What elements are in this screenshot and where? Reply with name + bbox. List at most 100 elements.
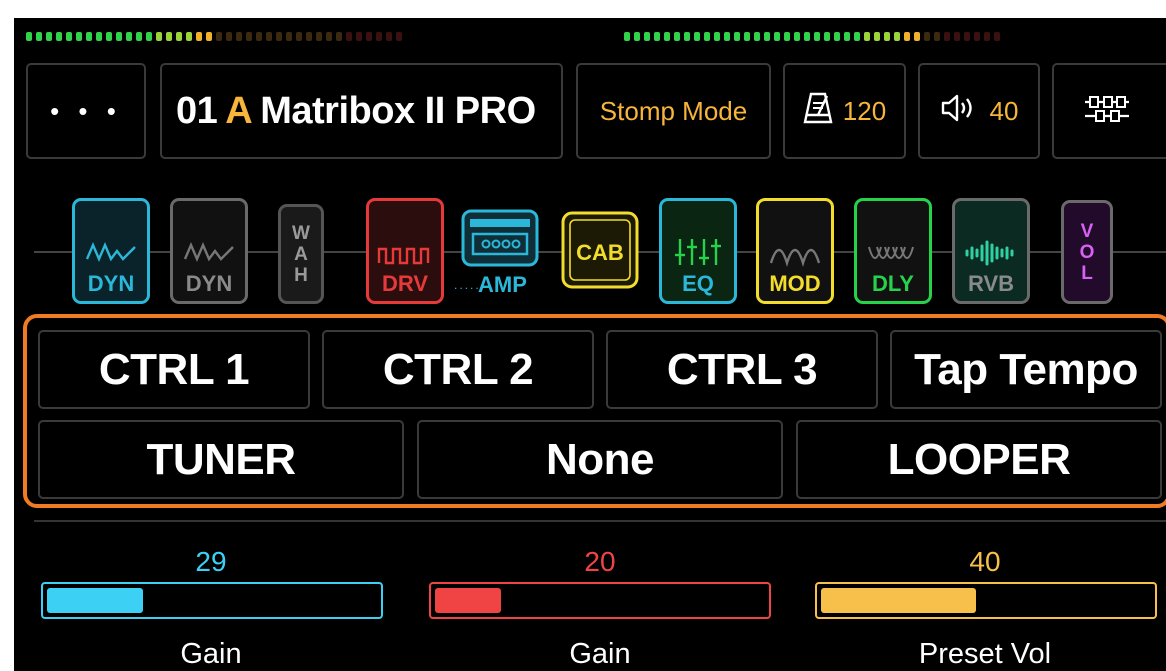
- meter-segment: [784, 31, 790, 41]
- meter-segment: [944, 31, 950, 41]
- mode-label: Stomp Mode: [599, 95, 748, 126]
- meter-segment: [176, 31, 182, 41]
- module-cab[interactable]: CAB: [560, 210, 640, 290]
- meter-segment: [854, 31, 860, 41]
- tuner-button[interactable]: TUNER: [38, 420, 404, 499]
- speaker-icon: [940, 93, 980, 130]
- none-button[interactable]: None: [417, 420, 783, 499]
- module-eq[interactable]: EQ: [659, 198, 737, 304]
- meter-segment: [256, 31, 262, 41]
- meter-segment: [386, 31, 392, 41]
- module-label: EQ: [682, 271, 714, 296]
- param3-slider[interactable]: [815, 582, 1157, 619]
- meter-segment: [356, 31, 362, 41]
- meter-segment: [994, 31, 1000, 41]
- meter-segment: [26, 31, 32, 41]
- meter-segment: [734, 31, 740, 41]
- module-label: DYN: [185, 271, 233, 296]
- meter-segment: [86, 31, 92, 41]
- preset-selector[interactable]: 01 A Matribox II PRO: [160, 63, 563, 159]
- tempo-button[interactable]: 120: [783, 63, 906, 159]
- meter-segment: [186, 31, 192, 41]
- meter-segment: [634, 31, 640, 41]
- param3-value: 40: [969, 546, 1001, 577]
- meter-segment: [106, 31, 112, 41]
- module-label: DLY: [872, 271, 914, 296]
- ctrl2-label: CTRL 2: [382, 344, 534, 394]
- device-screen: • • • 01 A Matribox II PRO Stomp Mode 12…: [14, 18, 1166, 671]
- meter-segment: [76, 31, 82, 41]
- meter-segment: [96, 31, 102, 41]
- ctrl1-button[interactable]: CTRL 1: [38, 330, 310, 409]
- drive-wave-icon: [377, 247, 430, 265]
- metronome-icon: [803, 91, 833, 132]
- mixer-button[interactable]: [1052, 63, 1166, 159]
- module-dly[interactable]: DLY: [854, 198, 932, 304]
- meter-segment: [56, 31, 62, 41]
- meter-segment: [624, 31, 630, 41]
- meter-segment: [46, 31, 52, 41]
- meter-segment: [366, 31, 372, 41]
- module-wah[interactable]: W A H: [278, 204, 324, 304]
- meter-segment: [136, 31, 142, 41]
- param1-slider[interactable]: [41, 582, 383, 619]
- module-mod[interactable]: MOD: [756, 198, 834, 304]
- meter-segment: [964, 31, 970, 41]
- preset-number: 01: [176, 89, 218, 132]
- meter-segment: [226, 31, 232, 41]
- module-label: AMP: [478, 272, 527, 297]
- meter-segment: [336, 31, 342, 41]
- meter-segment: [754, 31, 760, 41]
- meter-segment: [216, 31, 222, 41]
- module-dyn-1[interactable]: DYN: [72, 198, 150, 304]
- module-label: V O L: [1079, 220, 1095, 284]
- module-label: RVB: [967, 271, 1015, 296]
- meter-segment: [266, 31, 272, 41]
- reverb-wave-icon: [965, 240, 1014, 266]
- meter-segment: [984, 31, 990, 41]
- meter-segment: [924, 31, 930, 41]
- module-amp[interactable]: ..... AMP: [454, 208, 540, 298]
- meter-segment: [286, 31, 292, 41]
- eq-sliders-icon: [675, 239, 721, 265]
- meter-segment: [684, 31, 690, 41]
- looper-button[interactable]: LOOPER: [796, 420, 1162, 499]
- volume-value: 40: [989, 95, 1019, 126]
- module-vol[interactable]: V O L: [1061, 200, 1113, 304]
- param1-value: 29: [195, 546, 227, 577]
- param3-label: Preset Vol: [918, 638, 1052, 670]
- ctrl3-button[interactable]: CTRL 3: [606, 330, 878, 409]
- module-dyn-2[interactable]: DYN: [170, 198, 248, 304]
- meter-segment: [146, 31, 152, 41]
- ctrl3-label: CTRL 3: [666, 344, 818, 394]
- module-rvb[interactable]: RVB: [952, 198, 1030, 304]
- meter-segment: [894, 31, 900, 41]
- meter-segment: [654, 31, 660, 41]
- meter-segment: [306, 31, 312, 41]
- module-drv[interactable]: DRV: [366, 198, 444, 304]
- tempo-value: 120: [842, 95, 887, 126]
- meter-segment: [674, 31, 680, 41]
- meter-segment: [804, 31, 810, 41]
- ctrl2-button[interactable]: CTRL 2: [322, 330, 594, 409]
- meter-segment: [814, 31, 820, 41]
- meter-segment: [664, 31, 670, 41]
- ctrl1-label: CTRL 1: [98, 344, 250, 394]
- meter-segment: [764, 31, 770, 41]
- meter-segment: [296, 31, 302, 41]
- amp-selection-dots: .....: [454, 278, 481, 292]
- master-volume-button[interactable]: 40: [918, 63, 1040, 159]
- tuner-label: TUNER: [146, 434, 296, 484]
- tap-tempo-button[interactable]: Tap Tempo: [890, 330, 1162, 409]
- param2-slider[interactable]: [429, 582, 771, 619]
- meter-segment: [396, 31, 402, 41]
- meter-segment: [276, 31, 282, 41]
- amp-icon: [461, 209, 539, 267]
- stomp-mode-button[interactable]: Stomp Mode: [576, 63, 771, 159]
- modulation-wave-icon: [769, 248, 821, 267]
- module-label: MOD: [769, 271, 821, 296]
- meter-segment: [694, 31, 700, 41]
- menu-button[interactable]: • • •: [26, 63, 146, 159]
- menu-icon: • • •: [50, 95, 122, 126]
- mixer-icon: [1082, 89, 1132, 134]
